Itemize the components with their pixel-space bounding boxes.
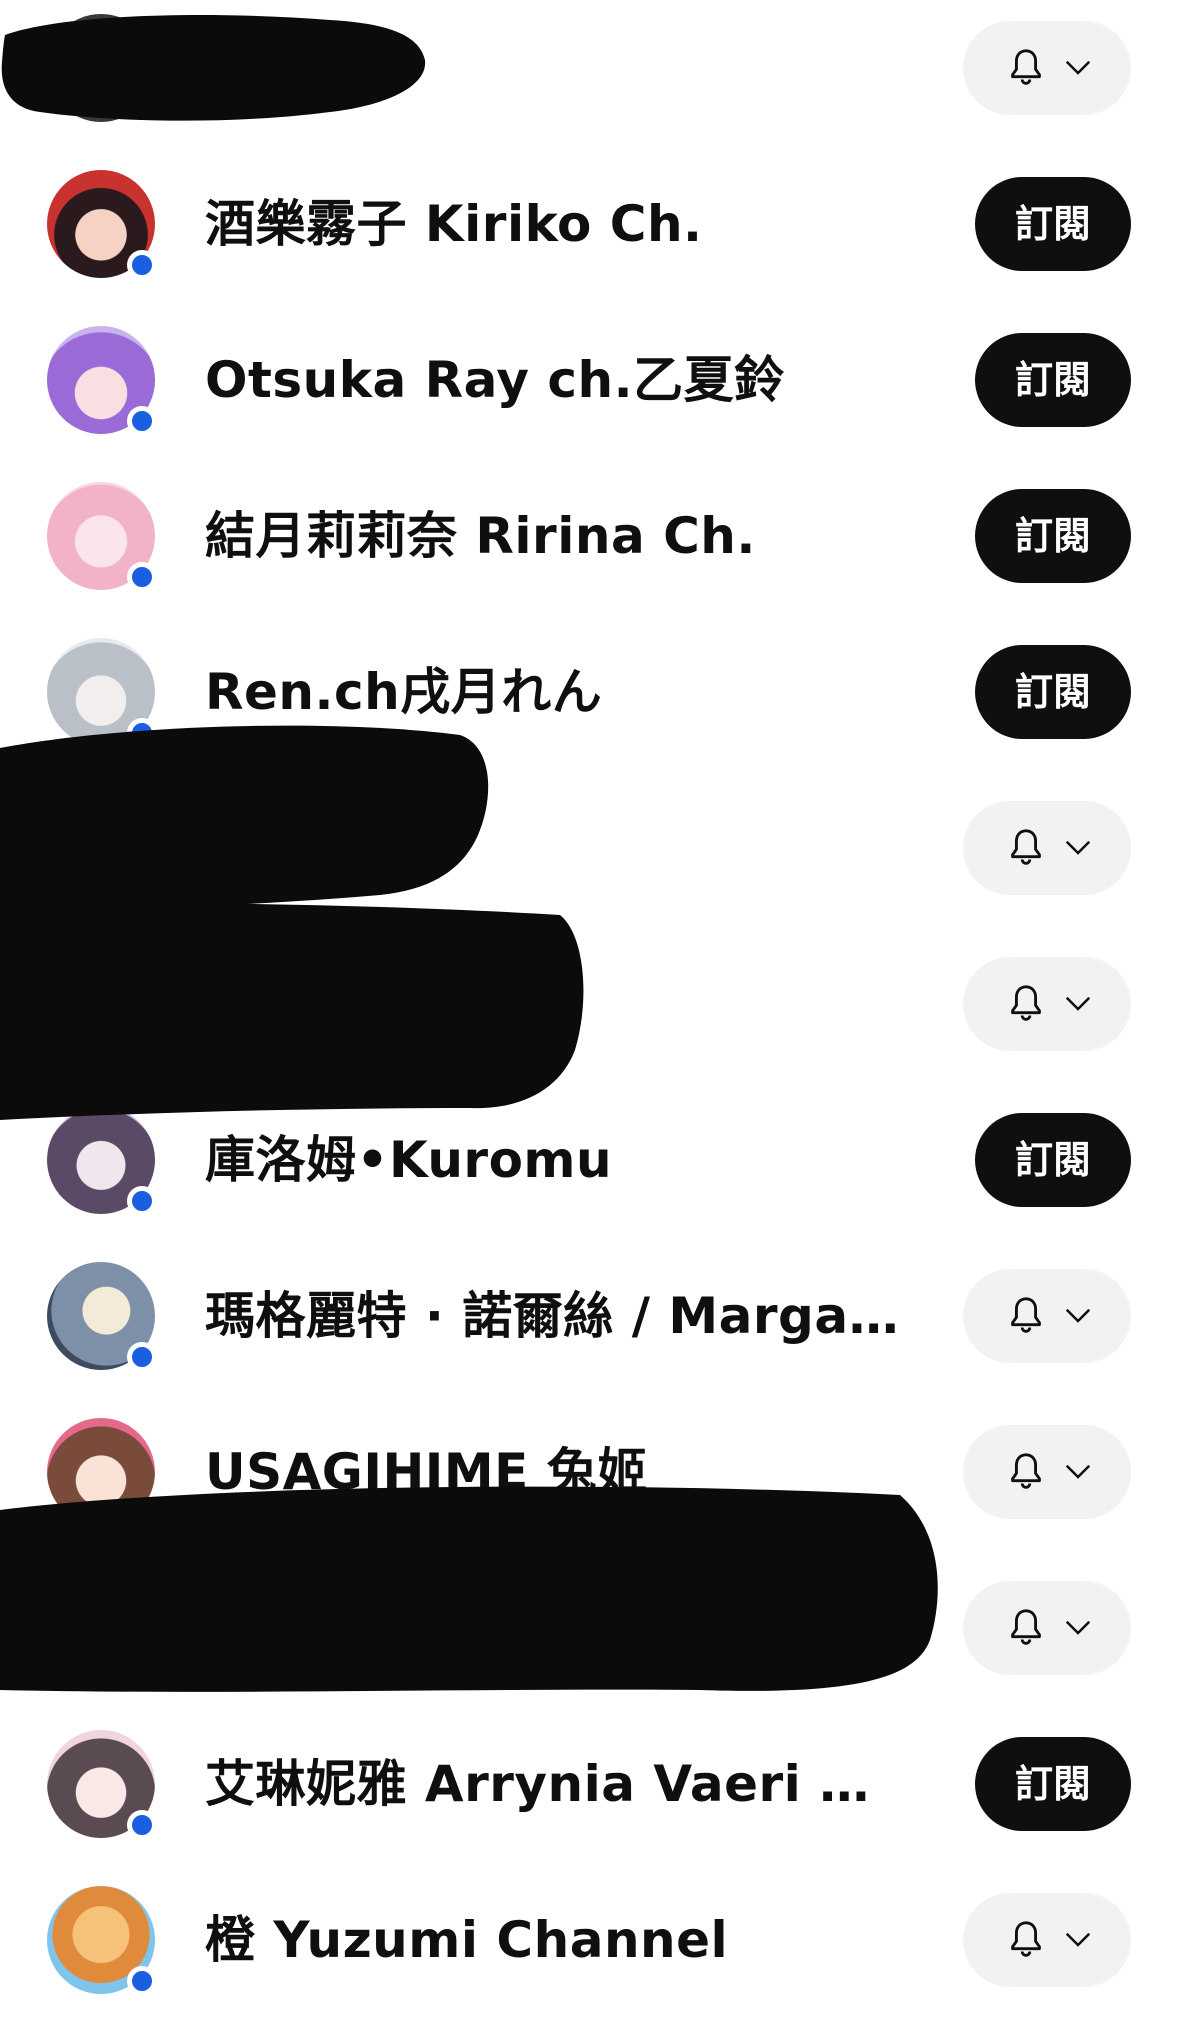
channel-row[interactable] <box>0 0 1179 146</box>
bell-icon <box>1011 1921 1041 1957</box>
bell-icon <box>1011 1453 1041 1489</box>
channel-avatar[interactable] <box>47 1730 157 1840</box>
chevron-down-icon <box>1065 996 1091 1011</box>
new-content-dot <box>127 1342 157 1372</box>
channel-row[interactable]: 瑪格麗特 · 諾爾絲 / Margar... <box>0 1238 1179 1394</box>
new-content-dot <box>127 1966 157 1996</box>
new-content-dot <box>127 1186 157 1216</box>
channel-row[interactable]: Otsuka Ray ch.乙夏鈴 訂閱 <box>0 302 1179 458</box>
subscribe-button[interactable]: 訂閱 <box>975 1737 1131 1831</box>
notification-button[interactable] <box>963 1581 1131 1675</box>
chevron-down-icon <box>1065 840 1091 855</box>
channel-name[interactable]: 酒樂霧子 Kiriko Ch. <box>205 146 703 302</box>
new-content-dot <box>127 562 157 592</box>
channel-avatar[interactable] <box>47 1106 157 1216</box>
channel-name[interactable]: 庫洛姆•Kuromu <box>205 1082 612 1238</box>
channel-row[interactable] <box>0 1550 1179 1706</box>
channel-row[interactable]: 艾琳妮雅 Arrynia Vaeri Ch. 訂閱 <box>0 1706 1179 1862</box>
subscription-list: 酒樂霧子 Kiriko Ch. 訂閱 Otsuka Ray ch.乙夏鈴 訂閱 … <box>0 0 1179 1996</box>
new-content-dot <box>127 874 157 904</box>
bell-icon <box>1011 985 1041 1021</box>
chevron-down-icon <box>1065 1932 1091 1947</box>
new-content-dot <box>127 1498 157 1528</box>
channel-avatar[interactable] <box>47 1418 157 1528</box>
channel-row[interactable]: USAGIHIME 兔姬 <box>0 1394 1179 1550</box>
new-content-dot <box>127 1030 157 1060</box>
bell-icon <box>1011 1609 1041 1645</box>
notification-button[interactable] <box>963 1425 1131 1519</box>
channel-row[interactable]: 結月莉莉奈 Ririna Ch. 訂閱 <box>0 458 1179 614</box>
bell-icon <box>1011 49 1041 85</box>
channel-name[interactable]: 艾琳妮雅 Arrynia Vaeri Ch. <box>205 1706 905 1862</box>
notification-button[interactable] <box>963 1893 1131 1987</box>
channel-row[interactable]: Ren.ch戌月れん 訂閱 <box>0 614 1179 770</box>
new-content-dot <box>127 250 157 280</box>
channel-name[interactable]: Otsuka Ray ch.乙夏鈴 <box>205 302 785 458</box>
subscribe-button[interactable]: 訂閱 <box>975 489 1131 583</box>
channel-name[interactable]: USAGIHIME 兔姬 <box>205 1394 648 1550</box>
subscribe-button[interactable]: 訂閱 <box>975 333 1131 427</box>
chevron-down-icon <box>1065 1620 1091 1635</box>
channel-avatar[interactable] <box>47 1574 157 1684</box>
notification-button[interactable] <box>963 801 1131 895</box>
channel-avatar[interactable] <box>47 950 157 1060</box>
notification-button[interactable] <box>963 957 1131 1051</box>
notification-button[interactable] <box>963 21 1131 115</box>
channel-avatar[interactable] <box>47 1886 157 1996</box>
chevron-down-icon <box>1065 60 1091 75</box>
subscribe-button[interactable]: 訂閱 <box>975 1113 1131 1207</box>
channel-avatar[interactable] <box>47 794 157 904</box>
channel-avatar[interactable] <box>47 482 157 592</box>
bell-icon <box>1011 829 1041 865</box>
new-content-dot <box>127 1810 157 1840</box>
channel-avatar[interactable] <box>47 14 157 124</box>
channel-row[interactable] <box>0 926 1179 1082</box>
subscribe-button[interactable]: 訂閱 <box>975 645 1131 739</box>
channel-name[interactable]: 結月莉莉奈 Ririna Ch. <box>205 458 756 614</box>
new-content-dot <box>127 718 157 748</box>
channel-row[interactable]: 庫洛姆•Kuromu 訂閱 <box>0 1082 1179 1238</box>
channel-avatar[interactable] <box>47 638 157 748</box>
channel-avatar[interactable] <box>47 1262 157 1372</box>
bell-icon <box>1011 1297 1041 1333</box>
channel-row[interactable] <box>0 770 1179 926</box>
new-content-dot <box>127 1654 157 1684</box>
chevron-down-icon <box>1065 1464 1091 1479</box>
new-content-dot <box>127 94 157 124</box>
channel-avatar[interactable] <box>47 326 157 436</box>
new-content-dot <box>127 406 157 436</box>
channel-row[interactable]: 橙 Yuzumi Channel <box>0 1862 1179 2018</box>
channel-name[interactable]: 瑪格麗特 · 諾爾絲 / Margar... <box>205 1238 905 1394</box>
channel-avatar[interactable] <box>47 170 157 280</box>
notification-button[interactable] <box>963 1269 1131 1363</box>
chevron-down-icon <box>1065 1308 1091 1323</box>
channel-name[interactable]: 橙 Yuzumi Channel <box>205 1862 728 2018</box>
channel-name[interactable]: Ren.ch戌月れん <box>205 614 602 770</box>
subscribe-button[interactable]: 訂閱 <box>975 177 1131 271</box>
channel-row[interactable]: 酒樂霧子 Kiriko Ch. 訂閱 <box>0 146 1179 302</box>
